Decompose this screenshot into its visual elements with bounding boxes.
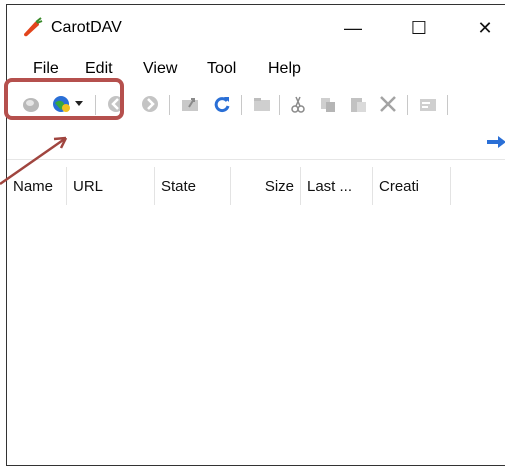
up-folder-button[interactable] [179, 93, 201, 115]
menu-file[interactable]: File [33, 60, 59, 78]
toolbar-separator [447, 95, 448, 115]
toolbar-separator [279, 95, 280, 115]
forward-button[interactable] [139, 93, 161, 115]
column-header-created[interactable]: Creati [373, 167, 451, 205]
title-bar: CarotDAV — ☐ ✕ [7, 5, 505, 49]
callout-arrow [0, 136, 68, 186]
column-header-last-modified[interactable]: Last ... [301, 167, 373, 205]
paste-icon [351, 98, 366, 112]
paste-button[interactable] [347, 93, 369, 115]
forward-icon [142, 96, 158, 112]
menu-help[interactable]: Help [268, 60, 301, 78]
minimize-button[interactable]: — [333, 13, 373, 43]
copy-button[interactable] [317, 93, 339, 115]
new-folder-button[interactable] [251, 93, 273, 115]
file-list[interactable] [7, 205, 505, 465]
refresh-button[interactable] [211, 93, 233, 115]
cut-button[interactable] [287, 93, 309, 115]
new-folder-icon [254, 98, 270, 111]
cut-icon [291, 96, 305, 113]
column-header-state[interactable]: State [155, 167, 231, 205]
toolbar-separator [407, 95, 408, 115]
properties-button[interactable] [417, 93, 439, 115]
menu-view[interactable]: View [143, 60, 177, 78]
copy-icon [321, 98, 335, 112]
maximize-button[interactable]: ☐ [399, 13, 439, 43]
menu-tool[interactable]: Tool [207, 60, 236, 78]
refresh-icon [214, 97, 230, 113]
toolbar-separator [241, 95, 242, 115]
carrot-icon [24, 17, 43, 37]
go-arrow-icon[interactable] [487, 135, 505, 149]
delete-button[interactable] [377, 93, 399, 115]
column-header-size[interactable]: Size [231, 167, 301, 205]
properties-icon [420, 99, 436, 111]
up-folder-icon [182, 98, 198, 111]
close-button[interactable]: ✕ [465, 13, 505, 43]
toolbar-highlight [4, 78, 124, 120]
app-window: CarotDAV — ☐ ✕ File Edit View Tool Help [6, 4, 505, 466]
delete-icon [380, 96, 396, 112]
window-title: CarotDAV [51, 19, 122, 36]
menu-edit[interactable]: Edit [85, 60, 113, 78]
toolbar-separator [169, 95, 170, 115]
